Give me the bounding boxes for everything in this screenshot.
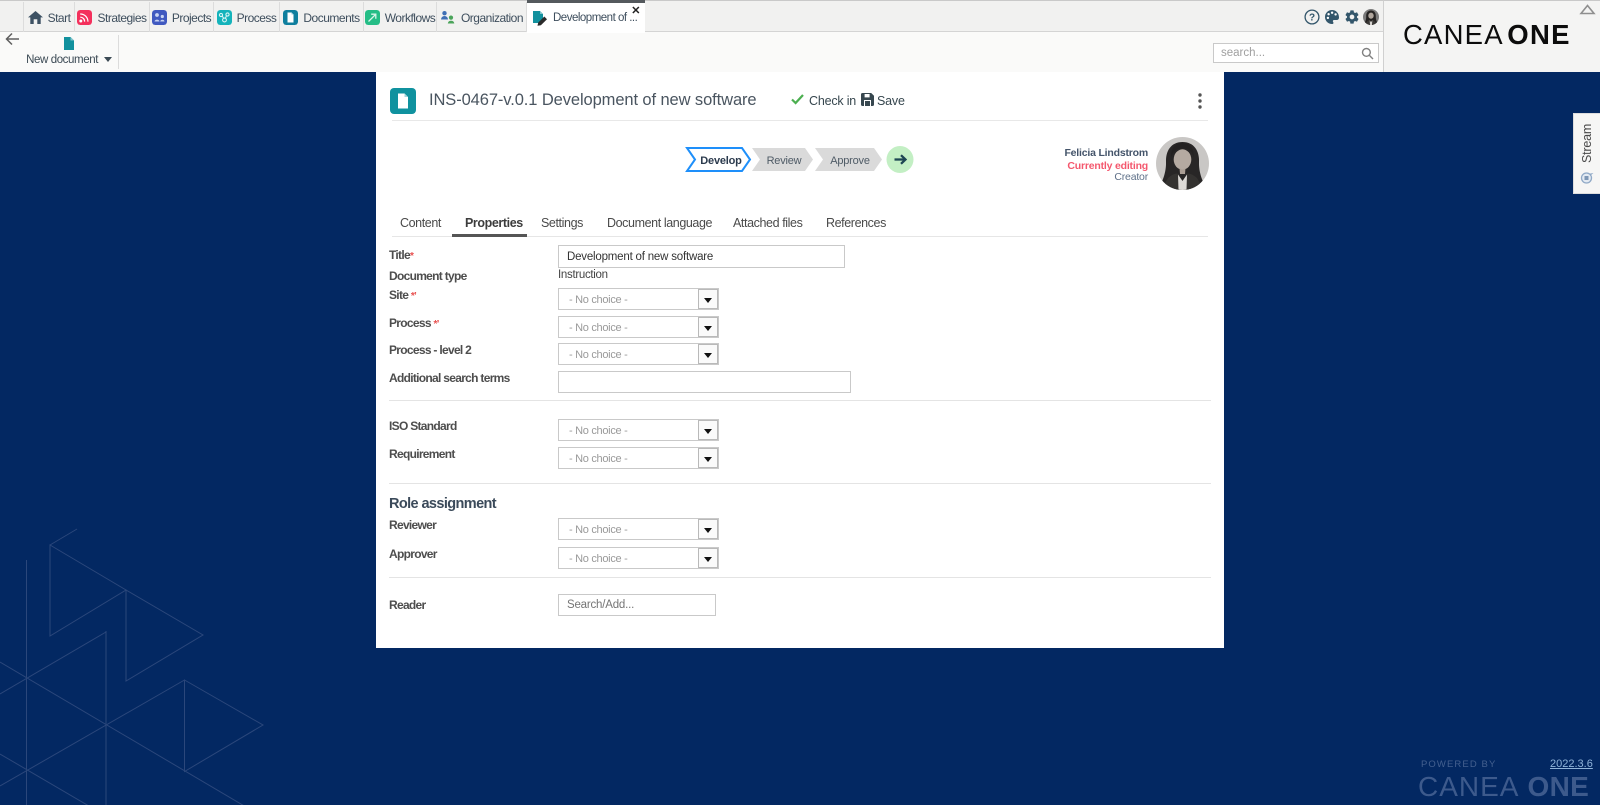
svg-text:Review: Review <box>767 155 802 167</box>
svg-text:Approve: Approve <box>830 155 870 167</box>
svg-text:?: ? <box>1309 13 1315 24</box>
svg-text:Develop: Develop <box>700 155 742 167</box>
